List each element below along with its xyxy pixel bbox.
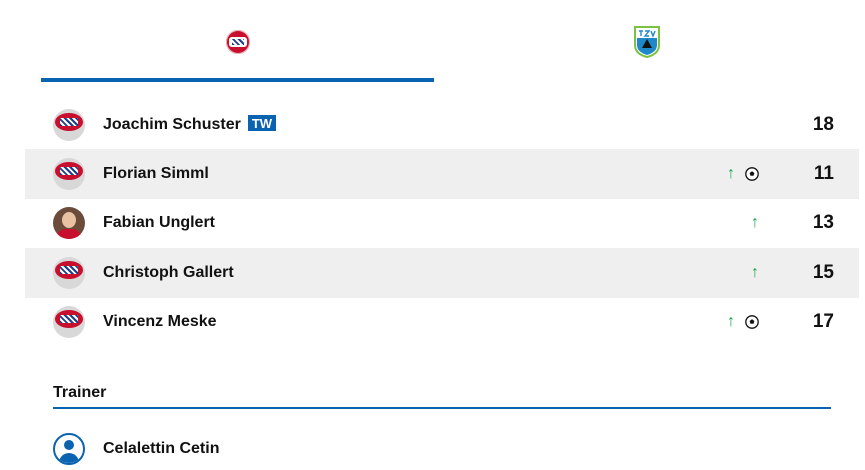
- event-icons: ↑: [727, 166, 759, 182]
- tsv-crest-icon: [633, 26, 660, 58]
- shirt-number: 18: [812, 113, 834, 135]
- player-row[interactable]: Fabian Unglert ↑ 13: [25, 199, 859, 248]
- avatar: [53, 207, 85, 240]
- player-name: Vincenz Meske: [103, 313, 217, 331]
- goalkeeper-badge: TW: [247, 115, 277, 132]
- event-icons: ↑: [727, 314, 759, 330]
- divider: [53, 407, 831, 409]
- user-icon: [53, 433, 85, 465]
- player-name: Christoph Gallert: [103, 263, 234, 281]
- player-name: Joachim Schuster TW: [103, 115, 277, 134]
- shirt-number: 13: [812, 212, 834, 234]
- shirt-number: 15: [812, 261, 834, 283]
- player-list: Joachim Schuster TW 18 Florian Simml ↑ 11…: [25, 100, 859, 347]
- substitution-in-icon: ↑: [727, 165, 735, 183]
- avatar: [53, 256, 85, 289]
- player-name: Florian Simml: [103, 165, 209, 183]
- team-tabs: [0, 0, 865, 84]
- goal-ball-icon: [745, 315, 759, 330]
- player-row[interactable]: Christoph Gallert ↑ 15: [25, 248, 859, 298]
- trainer-row[interactable]: Celalettin Cetin: [53, 432, 831, 466]
- tab-away-team[interactable]: [450, 0, 843, 84]
- active-tab-indicator: [41, 78, 434, 82]
- avatar: [53, 158, 85, 191]
- substitution-in-icon: ↑: [751, 263, 759, 281]
- player-name: Fabian Unglert: [103, 214, 216, 232]
- event-icons: ↑: [751, 263, 759, 281]
- fc-bayern-crest-icon: [225, 30, 250, 54]
- substitution-in-icon: ↑: [751, 214, 759, 232]
- trainer-heading: Trainer: [53, 384, 107, 401]
- player-row[interactable]: Joachim Schuster TW 18: [25, 100, 859, 149]
- avatar: [53, 306, 85, 339]
- avatar: [53, 108, 85, 141]
- goal-ball-icon: [745, 167, 759, 181]
- player-row[interactable]: Florian Simml ↑ 11: [25, 149, 859, 199]
- trainer-name: Celalettin Cetin: [103, 440, 220, 457]
- shirt-number: 11: [813, 163, 834, 185]
- tab-home-team[interactable]: [41, 0, 434, 84]
- substitution-in-icon: ↑: [727, 313, 735, 331]
- player-row[interactable]: Vincenz Meske ↑ 17: [25, 298, 859, 347]
- event-icons: ↑: [751, 215, 759, 231]
- shirt-number: 17: [812, 311, 834, 333]
